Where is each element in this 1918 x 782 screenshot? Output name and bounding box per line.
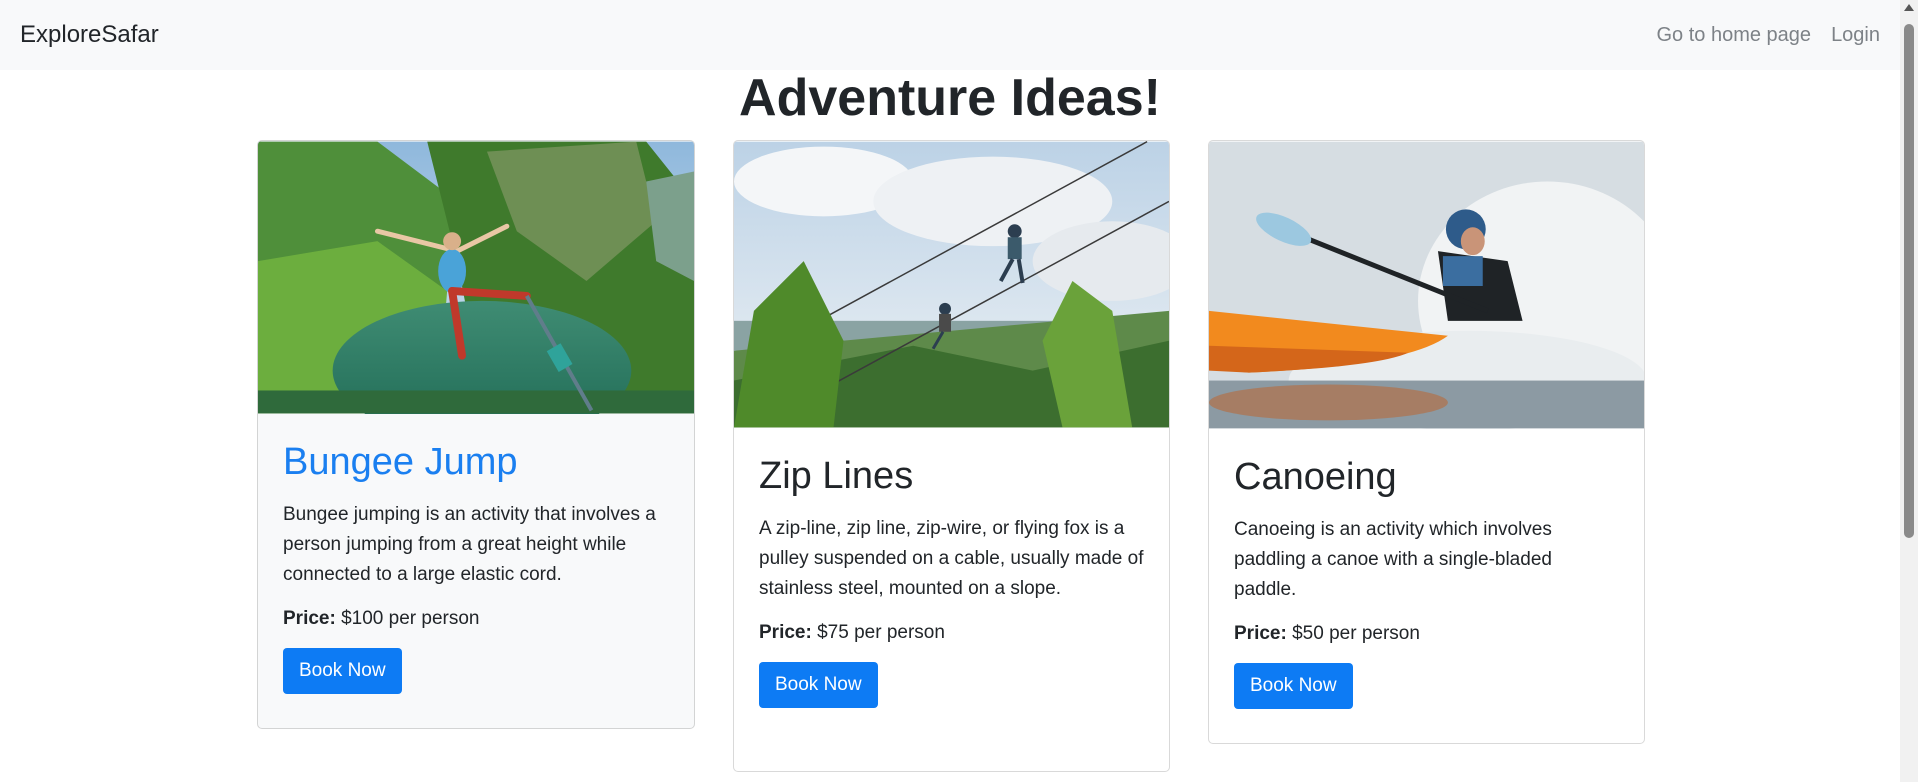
canoeing-image	[1209, 141, 1644, 429]
bungee-jump-image	[258, 141, 694, 414]
scroll-up-arrow-icon[interactable]	[1904, 4, 1914, 11]
home-link[interactable]: Go to home page	[1657, 24, 1812, 47]
card-body: Canoeing Canoeing is an activity which i…	[1209, 455, 1644, 709]
book-now-button[interactable]: Book Now	[283, 647, 402, 694]
zip-line-image	[734, 141, 1169, 428]
card-description: Canoeing is an activity which involves p…	[1234, 518, 1552, 600]
card-price: Price: $100 per person	[283, 608, 669, 630]
card-description: A zip-line, zip line, zip-wire, or flyin…	[759, 517, 1144, 599]
nav-links: Go to home page Login	[1657, 24, 1881, 47]
card-price: Price: $75 per person	[759, 622, 1144, 644]
card-body: Bungee Jump Bungee jumping is an activit…	[258, 440, 694, 694]
navbar: ExploreSafar Go to home page Login	[0, 0, 1900, 70]
card-bungee-jump: Bungee Jump Bungee jumping is an activit…	[257, 140, 695, 729]
card-canoeing: Canoeing Canoeing is an activity which i…	[1208, 140, 1645, 744]
card-title[interactable]: Bungee Jump	[283, 440, 669, 486]
page-title: Adventure Ideas!	[739, 69, 1161, 127]
price-value: $75 per person	[817, 621, 945, 643]
price-label: Price:	[759, 621, 812, 643]
book-now-button[interactable]: Book Now	[759, 661, 878, 708]
card-title[interactable]: Canoeing	[1234, 455, 1619, 501]
card-description: Bungee jumping is an activity that invol…	[283, 503, 656, 585]
price-label: Price:	[283, 607, 336, 629]
scrollbar[interactable]	[1900, 0, 1918, 782]
price-value: $50 per person	[1292, 622, 1420, 644]
login-link[interactable]: Login	[1831, 24, 1880, 47]
price-value: $100 per person	[341, 607, 480, 629]
scroll-thumb[interactable]	[1904, 24, 1914, 538]
book-now-button[interactable]: Book Now	[1234, 662, 1353, 709]
card-price: Price: $50 per person	[1234, 623, 1619, 645]
card-body: Zip Lines A zip-line, zip line, zip-wire…	[734, 454, 1169, 708]
card-title[interactable]: Zip Lines	[759, 454, 1144, 500]
price-label: Price:	[1234, 622, 1287, 644]
brand-logo[interactable]: ExploreSafar	[20, 21, 159, 49]
card-zip-lines: Zip Lines A zip-line, zip line, zip-wire…	[733, 140, 1170, 772]
